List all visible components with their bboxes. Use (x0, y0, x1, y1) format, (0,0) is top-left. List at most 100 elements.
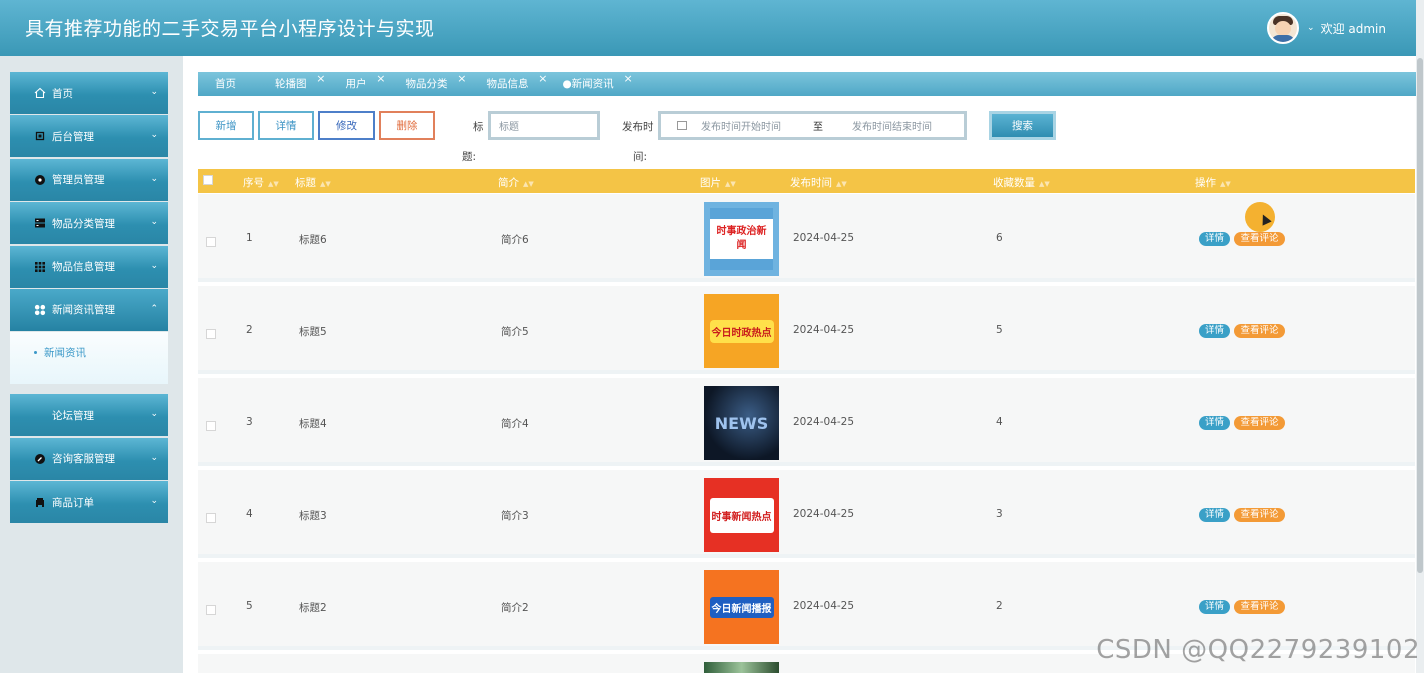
sidebar-item-label: 商品订单 (52, 496, 94, 509)
header-ops: 操作 ▲▼ (1195, 177, 1231, 189)
table-row[interactable]: 1 标题6 简介6 时事政治新闻 2024-04-25 6 详情 查看评论 (198, 194, 1415, 282)
view-comments-button[interactable]: 查看评论 (1234, 600, 1285, 614)
select-all-checkbox[interactable] (203, 175, 213, 185)
sidebar-item-backend[interactable]: 后台管理 ⌄ (10, 115, 168, 158)
header-no[interactable]: 序号 ▲▼ (243, 175, 279, 190)
cell-fav: 4 (996, 416, 1003, 428)
cell-date: 2024-04-25 (793, 324, 855, 336)
sidebar-item-admin[interactable]: 管理员管理 ⌄ (10, 158, 168, 201)
tab-category[interactable]: 物品分类 × (389, 72, 470, 96)
edit-button[interactable]: 修改 (318, 111, 375, 140)
view-comments-button[interactable]: 查看评论 (1234, 508, 1285, 522)
cell-fav: 6 (996, 232, 1003, 244)
sidebar-item-orders[interactable]: 商品订单 ⌄ (10, 481, 168, 524)
title-label-2: 题: (462, 151, 477, 163)
sidebar-item-goods[interactable]: 物品信息管理 ⌄ (10, 245, 168, 288)
chevron-down-icon: ⌄ (150, 496, 158, 507)
sidebar-item-news[interactable]: 新闻资讯管理 ⌃ (10, 288, 168, 331)
chevron-up-icon: ⌃ (150, 303, 158, 314)
start-time-input[interactable]: 发布时间开始时间 (701, 118, 813, 133)
page-scrollbar[interactable] (1416, 0, 1424, 673)
row-detail-button[interactable]: 详情 (1199, 416, 1230, 430)
row-detail-button[interactable]: 详情 (1199, 600, 1230, 614)
tab-goods[interactable]: 物品信息 × (470, 72, 551, 96)
cell-date: 2024-04-25 (793, 416, 855, 428)
cell-title: 标题3 (299, 510, 327, 522)
cell-intro: 简介6 (501, 234, 529, 246)
cell-intro: 简介5 (501, 326, 529, 338)
tab-carousel[interactable]: 轮播图 × (258, 72, 329, 96)
header-title[interactable]: 标题 ▲▼ (295, 175, 331, 190)
sidebar-item-label: 咨询客服管理 (52, 453, 115, 466)
news-image: 今日新闻播报 (704, 570, 779, 644)
sidebar-item-category[interactable]: 物品分类管理 ⌄ (10, 202, 168, 245)
submenu-news: 新闻资讯 (10, 332, 168, 385)
delete-button[interactable]: 删除 (379, 111, 435, 140)
submenu-item-news[interactable]: 新闻资讯 (32, 347, 86, 359)
tab-home[interactable]: 首页 (198, 72, 258, 96)
news-image (704, 662, 779, 673)
cell-title: 标题5 (299, 326, 327, 338)
row-detail-button[interactable]: 详情 (1199, 324, 1230, 338)
cell-title: 标题2 (299, 602, 327, 614)
chevron-down-icon: ⌄ (150, 130, 158, 141)
table-row[interactable]: 4 标题3 简介3 时事新闻热点 2024-04-25 3 详情 查看评论 (198, 470, 1415, 558)
watermark: CSDN @QQ2279239102 (1096, 635, 1420, 665)
time-label-2: 间: (633, 151, 648, 163)
sidebar-item-forum[interactable]: 论坛管理 ⌄ (10, 394, 168, 437)
chevron-down-icon: ⌄ (150, 173, 158, 184)
search-button[interactable]: 搜索 (989, 111, 1056, 140)
view-comments-button[interactable]: 查看评论 (1234, 324, 1285, 338)
top-header: 具有推荐功能的二手交易平台小程序设计与实现 ⌄ 欢迎 admin (0, 0, 1424, 56)
header-date[interactable]: 发布时间 ▲▼ (790, 175, 847, 190)
user-menu[interactable]: ⌄ 欢迎 admin (1267, 12, 1386, 44)
news-image: 今日时政热点 (704, 294, 779, 368)
header-image[interactable]: 图片 ▲▼ (700, 175, 736, 190)
category-icon (34, 217, 46, 229)
tab-news[interactable]: ●新闻资讯 × (551, 72, 636, 96)
cell-fav: 2 (996, 600, 1003, 612)
close-icon[interactable]: × (457, 67, 466, 91)
tab-bar: 首页 轮播图 × 用户 × 物品分类 × 物品信息 × ●新闻资讯 × (198, 72, 1416, 96)
avatar[interactable] (1267, 12, 1300, 44)
header-fav[interactable]: 收藏数量 ▲▼ (993, 175, 1050, 190)
row-detail-button[interactable]: 详情 (1199, 508, 1230, 522)
close-icon[interactable]: × (376, 67, 385, 91)
row-detail-button[interactable]: 详情 (1199, 232, 1230, 246)
close-icon[interactable]: × (538, 67, 547, 91)
tab-users[interactable]: 用户 × (329, 72, 389, 96)
sort-icon: ▲▼ (725, 180, 736, 188)
view-comments-button[interactable]: 查看评论 (1234, 232, 1285, 246)
close-icon[interactable]: × (316, 67, 325, 91)
detail-button[interactable]: 详情 (258, 111, 314, 140)
sidebar-item-label: 物品信息管理 (52, 261, 115, 274)
cell-no: 3 (246, 416, 253, 428)
date-range-input[interactable]: 发布时间开始时间 至 发布时间结束时间 (658, 111, 967, 140)
cell-intro: 简介4 (501, 418, 529, 430)
row-checkbox[interactable] (206, 513, 216, 523)
add-button[interactable]: 新增 (198, 111, 254, 140)
row-checkbox[interactable] (206, 237, 216, 247)
grid-icon (34, 261, 46, 273)
view-comments-button[interactable]: 查看评论 (1234, 416, 1285, 430)
sidebar-item-label: 后台管理 (52, 130, 94, 143)
close-icon[interactable]: × (623, 67, 632, 91)
news-image: 时事政治新闻 (704, 202, 779, 276)
header-intro[interactable]: 简介 ▲▼ (498, 175, 534, 190)
title-search-input[interactable]: 标题 (488, 111, 600, 140)
chevron-down-icon: ⌄ (150, 409, 158, 420)
sidebar-item-home[interactable]: 首页 ⌄ (10, 72, 168, 114)
cell-no: 1 (246, 232, 253, 244)
table-row[interactable]: 3 标题4 简介4 NEWS 2024-04-25 4 详情 查看评论 (198, 378, 1415, 466)
cell-fav: 3 (996, 508, 1003, 520)
end-time-input[interactable]: 发布时间结束时间 (852, 118, 932, 133)
row-checkbox[interactable] (206, 421, 216, 431)
cell-no: 4 (246, 508, 253, 520)
scrollbar-thumb[interactable] (1417, 58, 1423, 573)
table-row[interactable]: 2 标题5 简介5 今日时政热点 2024-04-25 5 详情 查看评论 (198, 286, 1415, 374)
row-checkbox[interactable] (206, 605, 216, 615)
chevron-down-icon: ⌄ (150, 217, 158, 228)
title-label: 标 (473, 121, 484, 133)
sidebar-item-service[interactable]: 咨询客服管理 ⌄ (10, 437, 168, 480)
row-checkbox[interactable] (206, 329, 216, 339)
